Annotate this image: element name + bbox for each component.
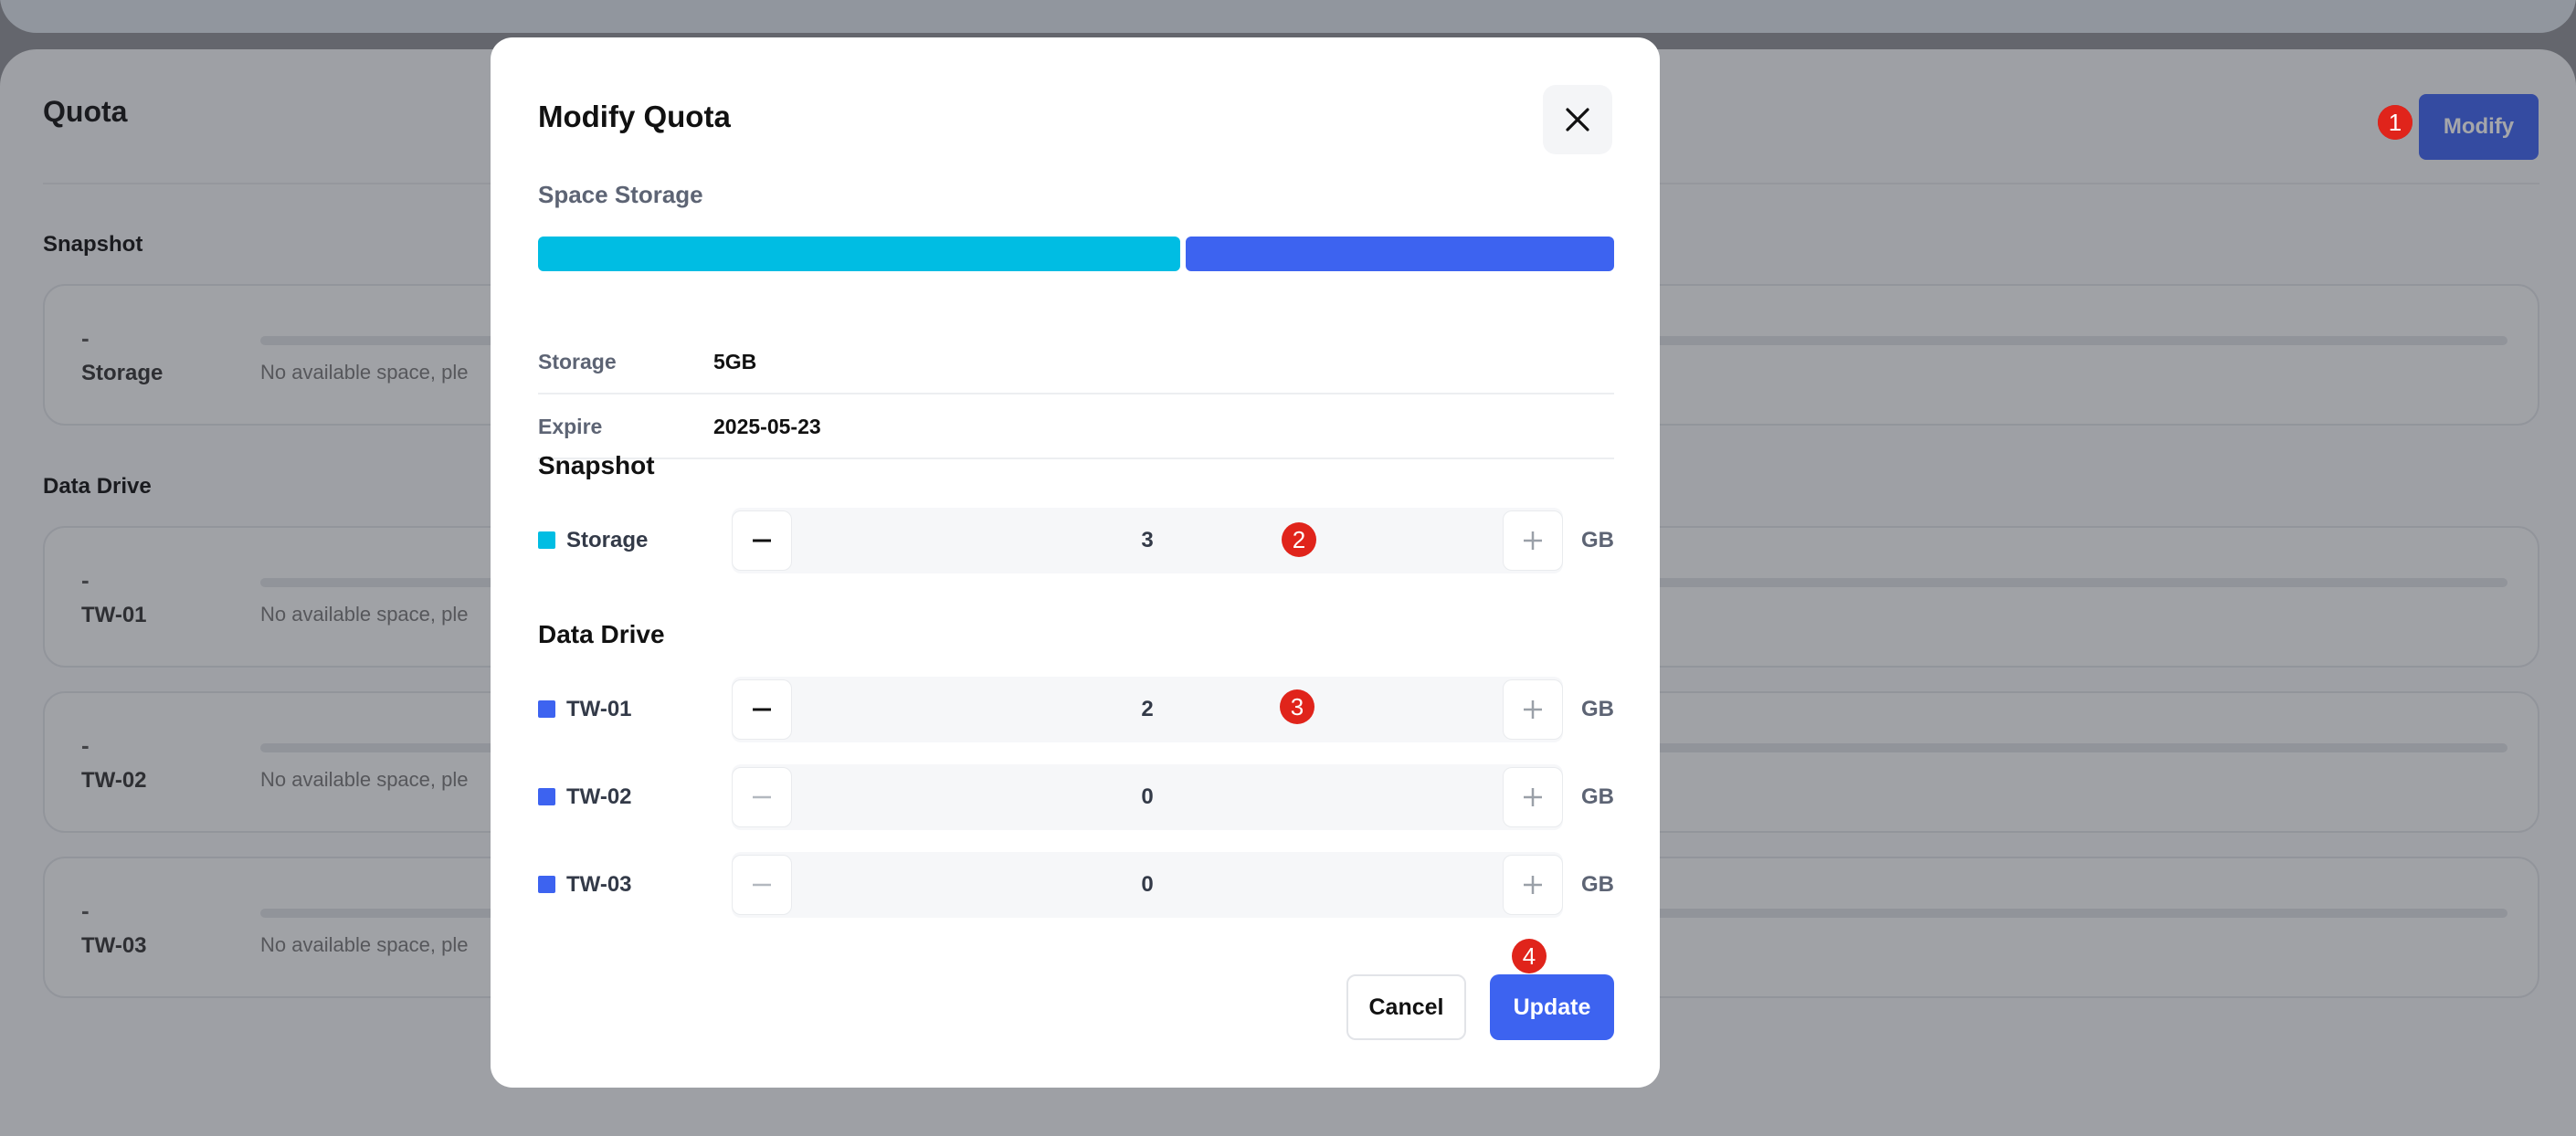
plus-icon	[1524, 700, 1542, 719]
increment-button[interactable]	[1503, 767, 1563, 827]
section-title-snapshot: Snapshot	[538, 451, 655, 479]
quota-row-storage: Storage 3 GB	[538, 508, 1614, 573]
quantity-value[interactable]: 2	[792, 697, 1503, 722]
info-key: Expire	[538, 415, 603, 438]
unit-label: GB	[1581, 528, 1614, 552]
modify-quota-dialog: Modify Quota Space Storage Storage 5GB E…	[491, 37, 1660, 1088]
quantity-value[interactable]: 0	[792, 872, 1503, 898]
plus-icon	[1524, 788, 1542, 806]
increment-button[interactable]	[1503, 855, 1563, 915]
step-marker-2: 2	[1282, 522, 1316, 557]
step-marker-3: 3	[1280, 689, 1314, 724]
decrement-button[interactable]	[732, 510, 792, 571]
color-swatch	[538, 876, 555, 893]
step-marker-4: 4	[1512, 939, 1547, 973]
quota-row-tw-03: TW-03 0 GB	[538, 852, 1614, 918]
increment-button[interactable]	[1503, 510, 1563, 571]
quota-row-label: TW-02	[566, 784, 632, 809]
info-row-expire: Expire 2025-05-23	[538, 394, 1614, 459]
space-storage-label: Space Storage	[538, 181, 703, 208]
color-swatch	[538, 788, 555, 805]
plus-icon	[1524, 531, 1542, 550]
storage-segment-data-drive	[1186, 237, 1614, 271]
unit-label: GB	[1581, 697, 1614, 721]
minus-icon	[753, 795, 771, 799]
minus-icon	[753, 708, 771, 711]
quota-row-label: TW-03	[566, 872, 632, 897]
unit-label: GB	[1581, 872, 1614, 897]
increment-button[interactable]	[1503, 679, 1563, 740]
quantity-stepper: 0	[732, 852, 1563, 918]
step-marker-1-overlay: 1	[2378, 105, 2412, 140]
close-icon	[1566, 108, 1589, 131]
minus-icon	[753, 539, 771, 542]
info-key: Storage	[538, 350, 617, 373]
close-button[interactable]	[1543, 85, 1612, 154]
update-button[interactable]: Update	[1490, 974, 1614, 1040]
color-swatch	[538, 531, 555, 549]
color-swatch	[538, 700, 555, 718]
quota-row-tw-01: TW-01 2 GB	[538, 677, 1614, 742]
quantity-stepper: 3	[732, 508, 1563, 573]
quota-row-tw-02: TW-02 0 GB	[538, 764, 1614, 830]
quota-row-label: Storage	[566, 528, 649, 552]
decrement-button[interactable]	[732, 679, 792, 740]
quota-row-label: TW-01	[566, 697, 632, 721]
cancel-button[interactable]: Cancel	[1346, 974, 1466, 1040]
section-title-data-drive: Data Drive	[538, 620, 665, 648]
decrement-button[interactable]	[732, 767, 792, 827]
quantity-stepper: 0	[732, 764, 1563, 830]
storage-segment-snapshot	[538, 237, 1181, 271]
quantity-value[interactable]: 3	[792, 528, 1503, 553]
unit-label: GB	[1581, 784, 1614, 809]
info-value: 2025-05-23	[713, 415, 821, 438]
minus-icon	[753, 883, 771, 887]
decrement-button[interactable]	[732, 855, 792, 915]
quantity-value[interactable]: 0	[792, 784, 1503, 810]
quantity-stepper: 2	[732, 677, 1563, 742]
dialog-title: Modify Quota	[538, 100, 731, 133]
space-storage-bar	[538, 237, 1614, 271]
plus-icon	[1524, 876, 1542, 894]
info-row-storage: Storage 5GB	[538, 330, 1614, 394]
info-value: 5GB	[713, 350, 757, 373]
